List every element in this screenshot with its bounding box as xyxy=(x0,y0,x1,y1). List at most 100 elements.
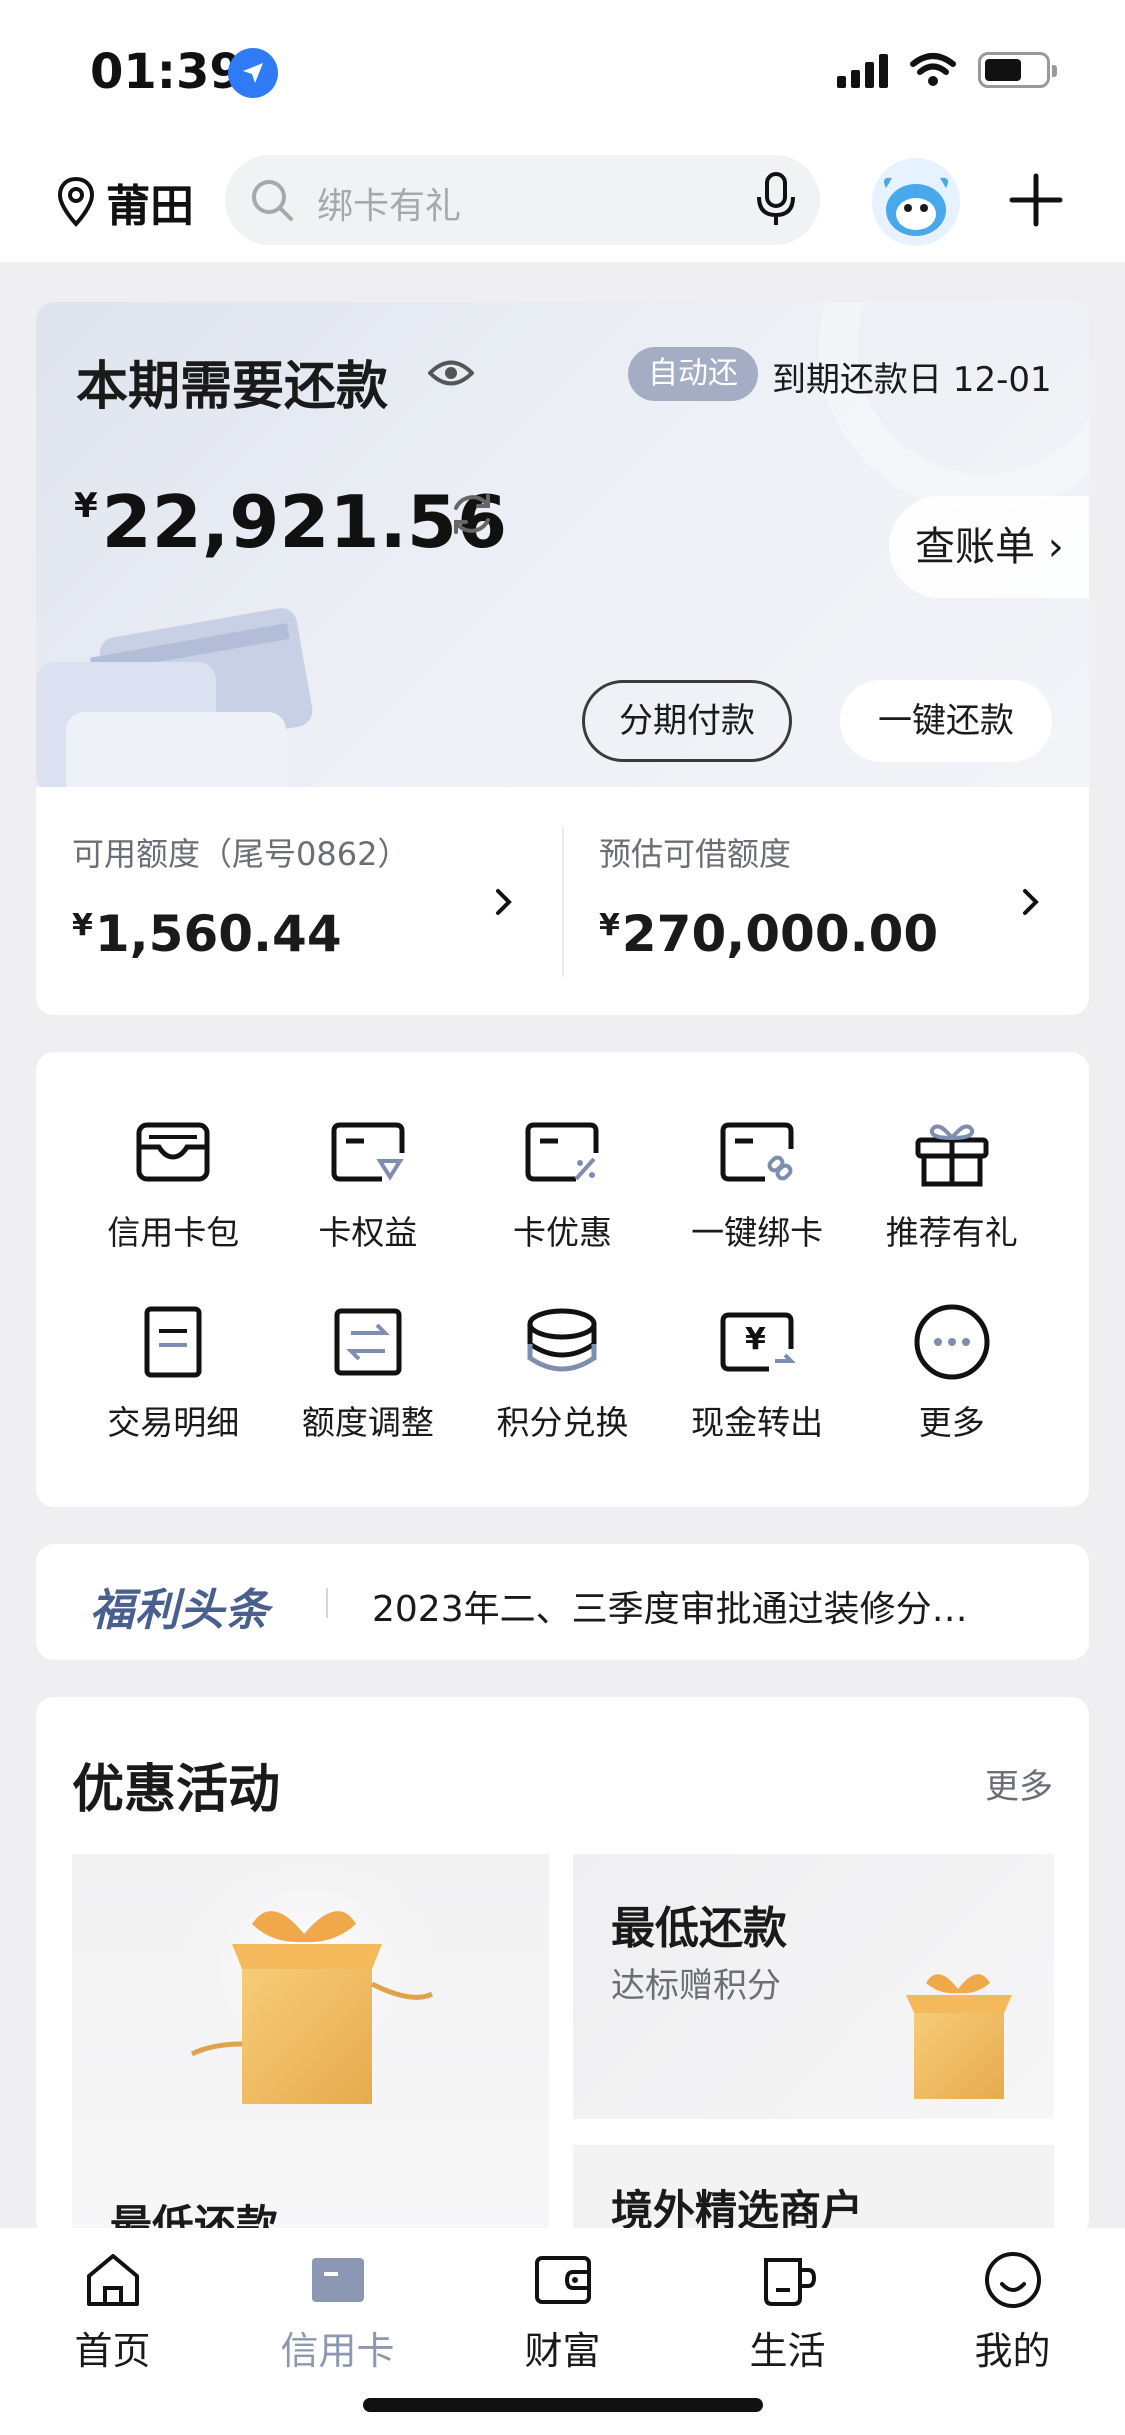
microphone-icon[interactable] xyxy=(754,171,798,229)
tab-life[interactable]: 生活 xyxy=(675,2250,900,2375)
location-label: 莆田 xyxy=(106,181,194,232)
battery-icon xyxy=(978,52,1057,88)
credit-cards-illustration xyxy=(36,608,313,787)
top-header: 01:39 莆田 绑卡有礼 xyxy=(0,0,1125,262)
wifi-icon xyxy=(910,53,956,86)
one-click-repay-button[interactable]: 一键还款 xyxy=(840,680,1052,762)
currency-symbol: ¥ xyxy=(74,486,98,526)
tab-home[interactable]: 首页 xyxy=(0,2250,225,2375)
bind-card-icon xyxy=(720,1122,794,1182)
chevron-right-icon xyxy=(496,889,512,915)
search-placeholder: 绑卡有礼 xyxy=(317,186,462,227)
service-limit-adjust[interactable]: 额度调整 xyxy=(271,1302,466,1444)
tab-wealth[interactable]: 财富 xyxy=(450,2250,675,2375)
tab-label: 信用卡 xyxy=(280,2329,395,2373)
service-label: 推荐有礼 xyxy=(885,1213,1018,1252)
location-selector[interactable]: 莆田 xyxy=(56,170,194,234)
tab-label: 首页 xyxy=(74,2329,151,2373)
estimated-loan-label: 预估可借额度 xyxy=(599,835,792,873)
more-link[interactable]: 更多 xyxy=(985,1759,1053,1808)
service-bind-card[interactable]: 一键绑卡 xyxy=(660,1112,855,1254)
tab-label: 我的 xyxy=(974,2329,1051,2373)
estimated-loan-amount: 270,000.00 xyxy=(621,905,939,963)
service-referral-gift[interactable]: 推荐有礼 xyxy=(854,1112,1049,1254)
chevron-right-icon xyxy=(1023,889,1039,915)
card-benefits-icon xyxy=(331,1122,405,1182)
promo-card-minimum-payment[interactable]: 最低还款 xyxy=(72,1854,549,2237)
available-limit-label: 可用额度（尾号0862） xyxy=(72,835,410,873)
installment-button[interactable]: 分期付款 xyxy=(582,680,792,762)
tab-label: 财富 xyxy=(524,2329,601,2373)
estimated-loan-limit[interactable]: 预估可借额度 ¥270,000.00 xyxy=(563,787,1089,1015)
service-cash-transfer[interactable]: ¥ 现金转出 xyxy=(660,1302,855,1444)
tab-credit-card[interactable]: 信用卡 xyxy=(225,2250,450,2375)
promo-card-title: 最低还款 xyxy=(611,1903,787,1954)
currency-symbol: ¥ xyxy=(599,908,620,943)
divider xyxy=(326,1588,328,1618)
service-label: 额度调整 xyxy=(301,1403,434,1442)
cash-transfer-icon: ¥ xyxy=(720,1312,796,1372)
service-label: 卡权益 xyxy=(318,1213,418,1252)
tab-label: 生活 xyxy=(749,2329,826,2373)
smile-icon xyxy=(984,2252,1041,2308)
service-label: 卡优惠 xyxy=(512,1213,612,1252)
decorative-ring xyxy=(819,302,1089,512)
limit-adjust-icon xyxy=(334,1308,402,1376)
headline-text[interactable]: 2023年二、三季度审批通过装修分… xyxy=(372,1580,1052,1632)
service-label: 现金转出 xyxy=(691,1403,824,1442)
service-label: 更多 xyxy=(918,1403,985,1442)
service-more[interactable]: 更多 xyxy=(854,1302,1049,1444)
service-label: 积分兑换 xyxy=(496,1403,629,1442)
services-grid: 信用卡包 卡权益 卡优惠 一键绑卡 推荐有礼 交易明细 额度调整 积分兑换 ¥ … xyxy=(76,1112,1049,1444)
gift-icon xyxy=(915,1124,989,1187)
card-discount-icon xyxy=(525,1122,599,1182)
view-bill-button[interactable]: 查账单 › xyxy=(889,496,1089,598)
search-bar[interactable]: 绑卡有礼 xyxy=(225,155,820,245)
auto-repay-badge: 自动还 xyxy=(628,347,758,401)
service-label: 信用卡包 xyxy=(107,1213,240,1252)
status-time: 01:39 xyxy=(90,44,243,100)
service-credit-card-wallet[interactable]: 信用卡包 xyxy=(76,1112,271,1254)
bill-summary-card: 本期需要还款 自动还 到期还款日 12-01 ¥22,921.56 查账单 › … xyxy=(36,302,1089,787)
svg-text:¥: ¥ xyxy=(745,1322,766,1357)
available-limit[interactable]: 可用额度（尾号0862） ¥1,560.44 xyxy=(36,787,562,1015)
bill-amount: ¥22,921.56 xyxy=(74,480,507,564)
services-grid-card: 信用卡包 卡权益 卡优惠 一键绑卡 推荐有礼 交易明细 额度调整 积分兑换 ¥ … xyxy=(36,1052,1089,1507)
status-indicators xyxy=(837,52,1057,88)
gift-box-small-illustration xyxy=(906,1974,1012,2099)
section-title: 优惠活动 xyxy=(72,1760,281,1820)
assistant-avatar[interactable] xyxy=(872,158,960,246)
eye-icon[interactable] xyxy=(428,358,474,388)
home-indicator[interactable] xyxy=(363,2398,763,2412)
promo-card-minimum-payment-points[interactable]: 最低还款 达标赠积分 xyxy=(573,1854,1054,2119)
tab-mine[interactable]: 我的 xyxy=(900,2250,1125,2375)
location-services-icon xyxy=(228,48,278,98)
bill-title: 本期需要还款 xyxy=(76,357,389,417)
more-icon xyxy=(914,1304,990,1380)
welfare-headline-bar[interactable]: 福利头条 2023年二、三季度审批通过装修分… xyxy=(36,1544,1089,1660)
available-limit-amount: 1,560.44 xyxy=(94,905,342,963)
credit-card-icon xyxy=(311,2258,364,2302)
wallet-icon xyxy=(534,2256,591,2304)
search-icon xyxy=(252,180,293,221)
service-label: 一键绑卡 xyxy=(691,1213,824,1252)
service-card-benefits[interactable]: 卡权益 xyxy=(271,1112,466,1254)
points-exchange-icon xyxy=(527,1308,597,1372)
service-label: 交易明细 xyxy=(107,1403,240,1442)
estimated-loan-value: ¥270,000.00 xyxy=(599,905,938,963)
service-points-exchange[interactable]: 积分兑换 xyxy=(465,1302,660,1444)
due-date: 到期还款日 12-01 xyxy=(772,360,1052,400)
refresh-icon[interactable] xyxy=(446,488,498,540)
service-card-discount[interactable]: 卡优惠 xyxy=(465,1112,660,1254)
gift-box-illustration xyxy=(160,1854,460,2134)
service-transaction-details[interactable]: 交易明细 xyxy=(76,1302,271,1444)
cup-icon xyxy=(763,2258,816,2306)
add-icon[interactable] xyxy=(1008,172,1064,228)
promotions-section: 优惠活动 更多 最低还款 最低还款 达标赠积分 境外精选商户 xyxy=(36,1697,1089,2237)
available-limit-value: ¥1,560.44 xyxy=(72,905,342,963)
welfare-headline-logo: 福利头条 xyxy=(90,1585,270,1636)
promo-card-overseas-merchants[interactable]: 境外精选商户 xyxy=(573,2145,1054,2237)
currency-symbol: ¥ xyxy=(72,908,93,943)
promo-card-subtitle: 达标赠积分 xyxy=(611,1966,781,2006)
credit-limits: 可用额度（尾号0862） ¥1,560.44 预估可借额度 ¥270,000.0… xyxy=(36,787,1089,1015)
